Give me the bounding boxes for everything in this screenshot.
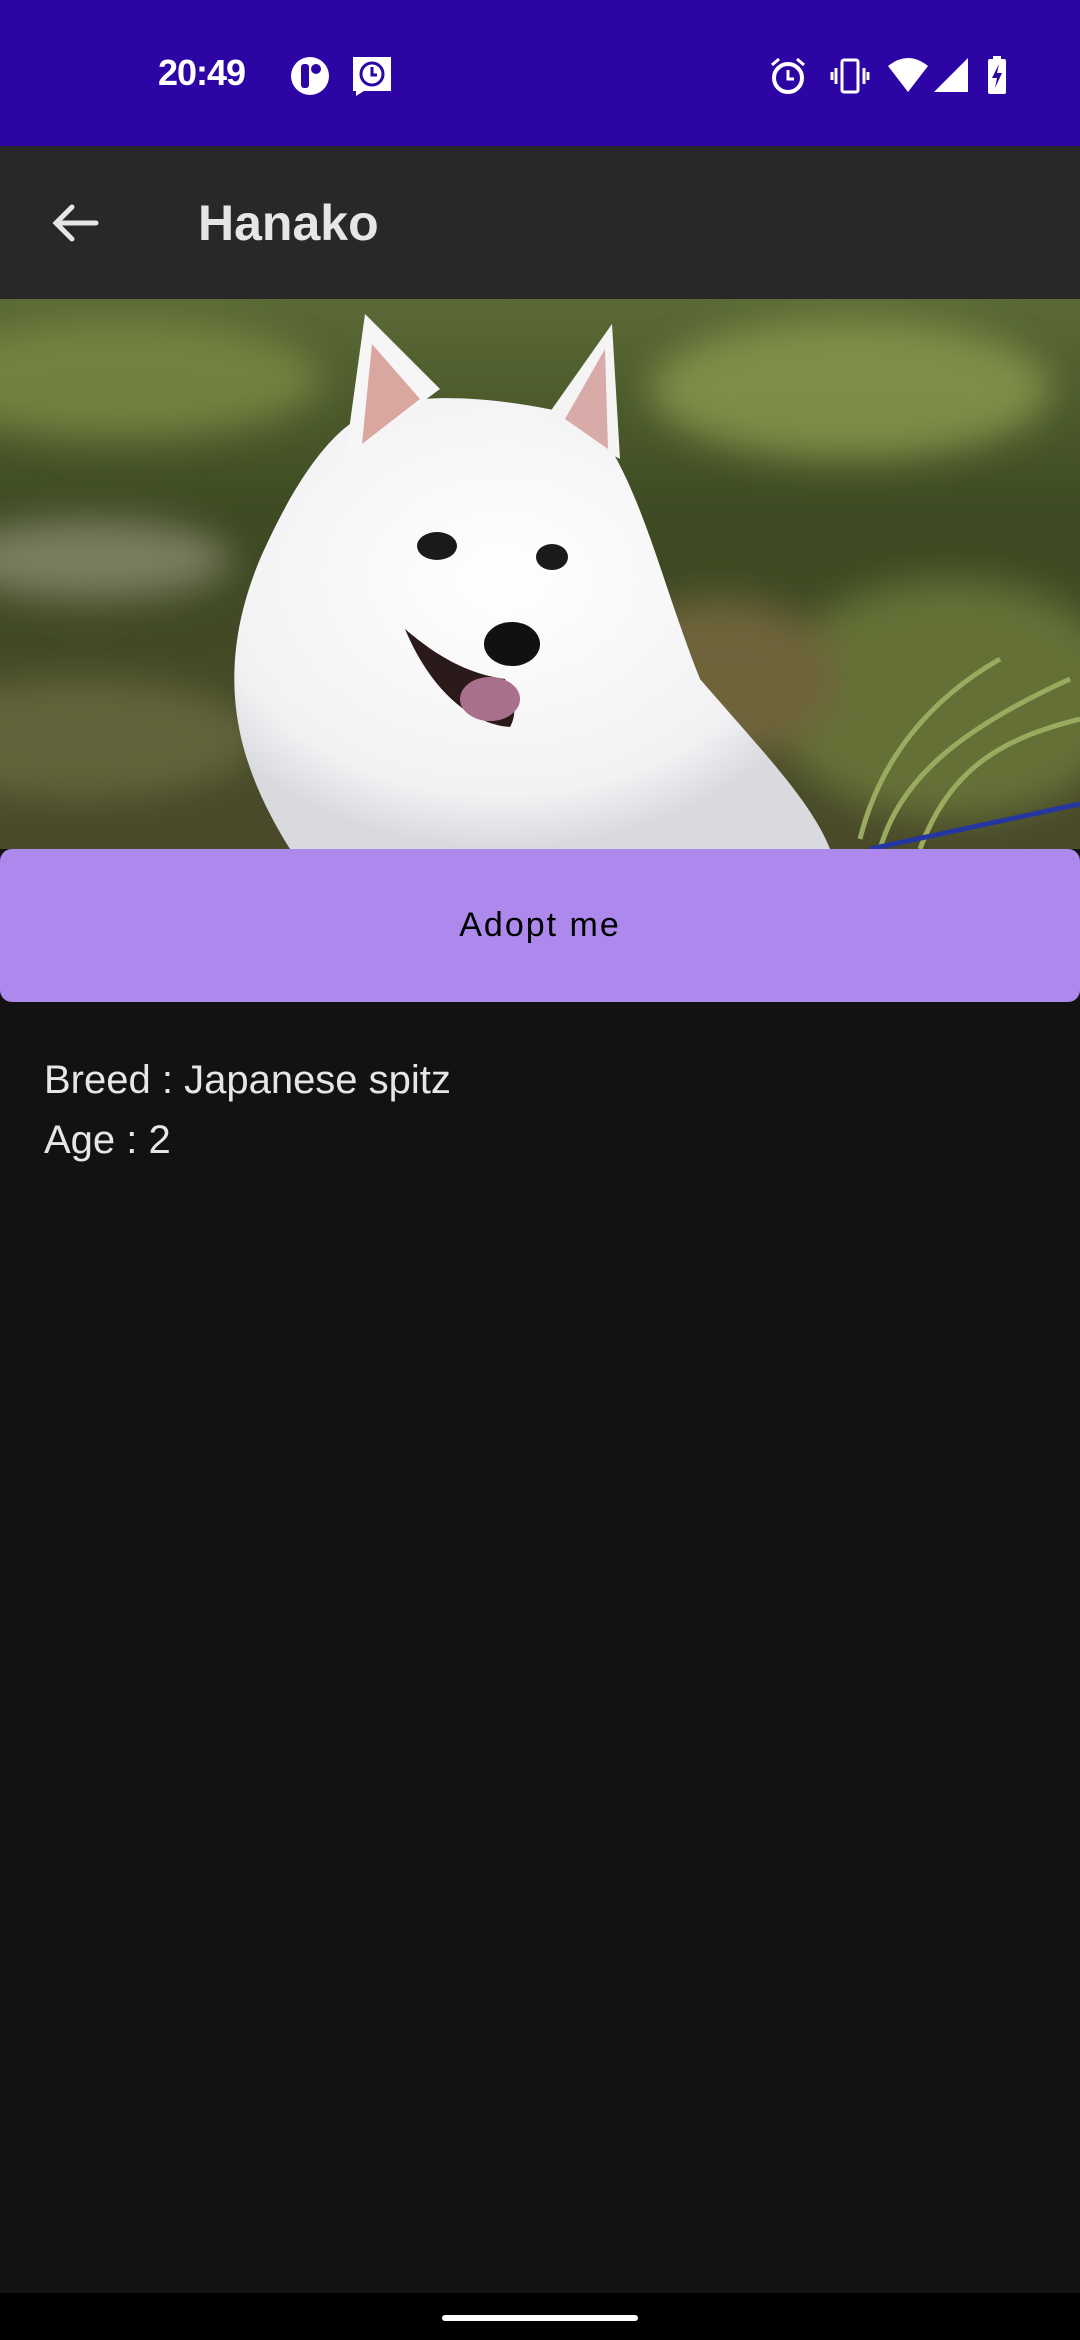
page-title: Hanako (198, 195, 379, 251)
adopt-button[interactable]: Adopt me (0, 849, 1080, 1002)
status-bar: 20:49 (0, 0, 1080, 146)
battery-charging-icon (988, 56, 1006, 94)
navigation-bar (0, 2293, 1080, 2340)
app-bar: Hanako (0, 146, 1080, 299)
age-text: Age : 2 (44, 1118, 171, 1162)
signal-icon (934, 58, 968, 92)
arrow-back-icon[interactable] (46, 198, 106, 248)
alarm-icon (771, 57, 805, 94)
vibrate-icon (830, 58, 870, 94)
home-gesture-handle[interactable] (442, 2315, 638, 2321)
wifi-icon (888, 58, 928, 92)
pet-details: Breed : Japanese spitz Age : 2 (44, 1050, 451, 1170)
breed-text: Breed : Japanese spitz (44, 1058, 451, 1102)
notification-app-icon (291, 57, 329, 95)
message-sync-icon (353, 57, 391, 96)
dog-photo (0, 299, 1080, 849)
status-time: 20:49 (158, 52, 246, 93)
